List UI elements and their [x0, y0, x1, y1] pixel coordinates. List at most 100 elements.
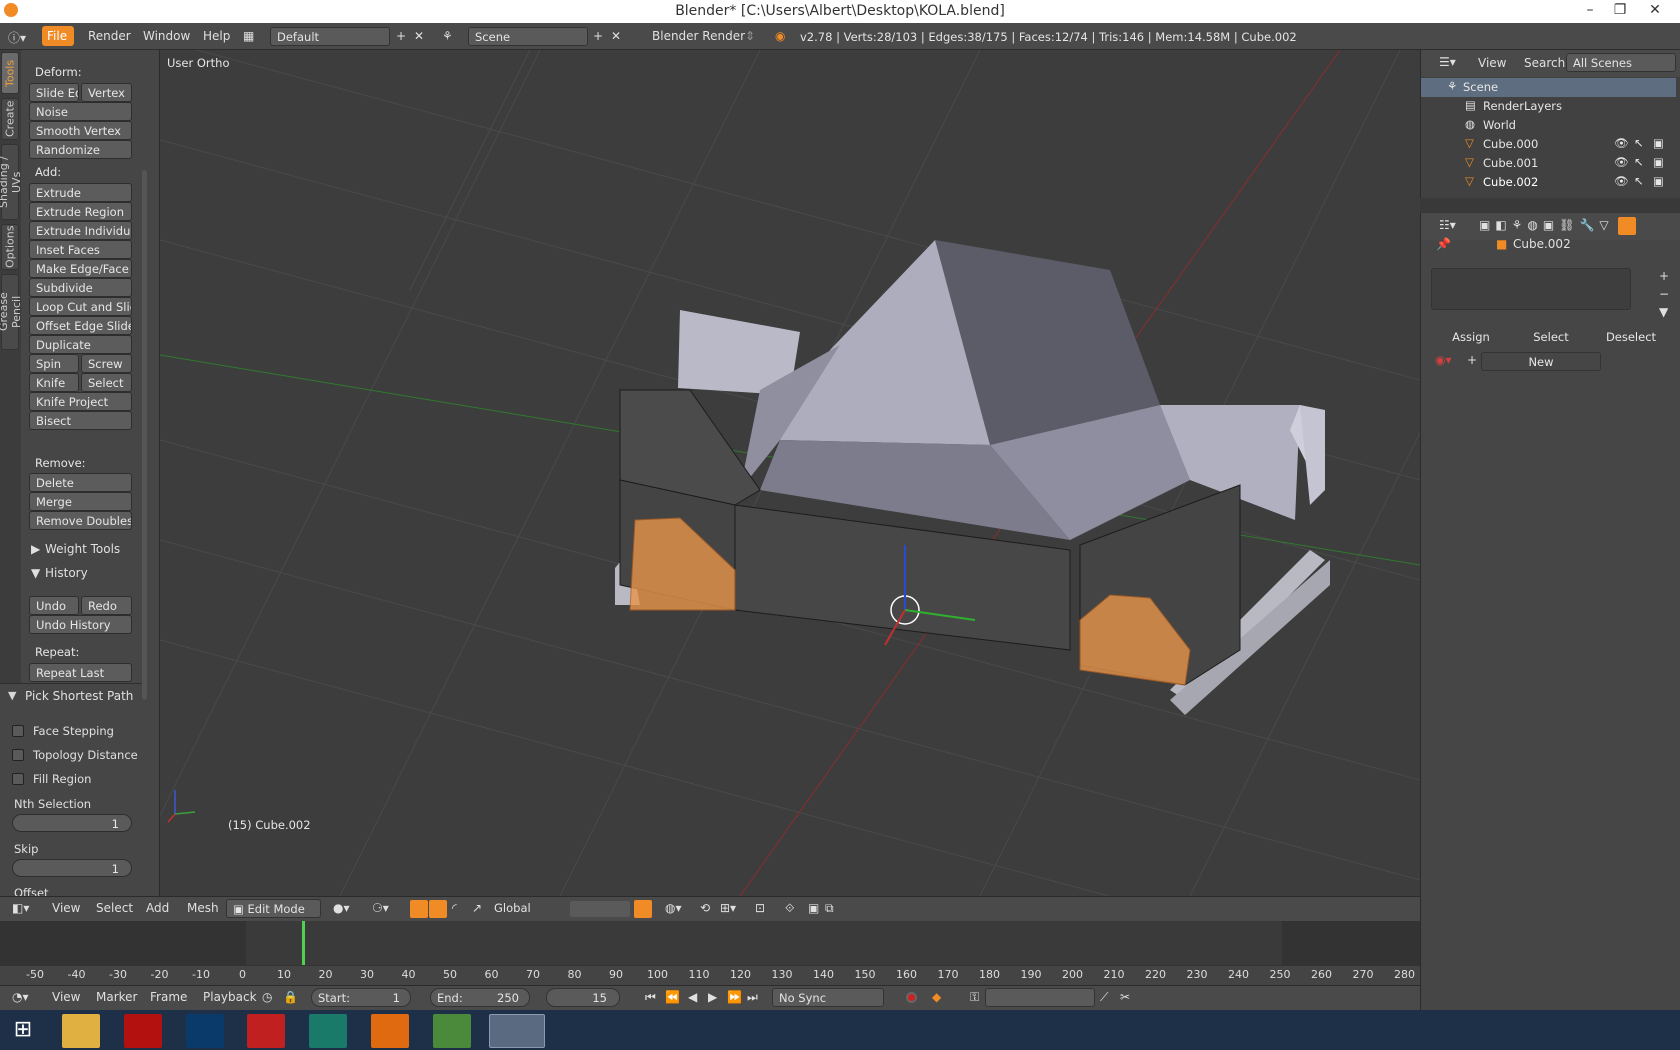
- scene-field[interactable]: Scene: [468, 27, 588, 46]
- outliner-row-cube-000[interactable]: ▽ Cube.000 👁 ↖ ▣: [1421, 135, 1676, 154]
- keying-set-field[interactable]: [985, 988, 1095, 1007]
- play-reverse-icon[interactable]: ◀: [688, 990, 697, 1004]
- context-tab-icons[interactable]: ▣◧⚘◍▣⛓🔧▽: [1479, 218, 1614, 232]
- render-camera-icon[interactable]: ▣: [1653, 155, 1664, 169]
- layout-field[interactable]: Default: [270, 27, 390, 46]
- menu-window[interactable]: Window: [143, 29, 190, 43]
- chrome-icon[interactable]: [433, 1014, 471, 1048]
- lock-icon[interactable]: 🔒: [283, 990, 298, 1004]
- visibility-eye-icon[interactable]: 👁: [1614, 155, 1629, 169]
- material-sphere-icon[interactable]: ◉▾: [1435, 353, 1452, 367]
- spin-button[interactable]: Spin: [29, 354, 79, 373]
- tool-shelf-scrollbar[interactable]: [142, 170, 147, 700]
- timeline-menu-marker[interactable]: Marker: [96, 990, 137, 1004]
- outliner-row-cube-002[interactable]: ▽ Cube.002 👁 ↖ ▣: [1421, 173, 1676, 192]
- tab-grease-pencil[interactable]: Grease Pencil: [0, 274, 23, 350]
- tab-shading-uvs[interactable]: Shading / UVs: [0, 144, 23, 220]
- nth-selection-field[interactable]: 1: [12, 814, 132, 832]
- undo-button[interactable]: Undo: [29, 596, 79, 615]
- menu-render[interactable]: Render: [88, 29, 131, 43]
- select-arrow-icon[interactable]: ↖: [1634, 174, 1644, 188]
- sketchup-icon[interactable]: [247, 1014, 285, 1048]
- render-engine-select[interactable]: Blender Render: [652, 29, 745, 43]
- outliner-row-world[interactable]: ◍ World: [1421, 116, 1676, 135]
- outliner-row-scene[interactable]: ⚘ Scene: [1421, 78, 1676, 97]
- end-frame-field[interactable]: End: 250: [430, 988, 530, 1007]
- render-camera-icon[interactable]: ▣: [1653, 136, 1664, 150]
- snap-icon[interactable]: ◍▾: [665, 901, 682, 915]
- keyframe-icon[interactable]: ◆: [932, 990, 941, 1004]
- photoshop-icon[interactable]: [186, 1014, 224, 1048]
- shading-icon[interactable]: ●▾: [333, 901, 350, 915]
- menu-help[interactable]: Help: [203, 29, 230, 43]
- outliner-row-cube-001[interactable]: ▽ Cube.001 👁 ↖ ▣: [1421, 154, 1676, 173]
- editor-type-icon[interactable]: ◧▾: [12, 901, 29, 915]
- mri-app-icon[interactable]: [309, 1014, 347, 1048]
- maximize-button[interactable]: ❐: [1600, 0, 1640, 22]
- mirror-icon[interactable]: ⟲: [700, 901, 710, 915]
- snap-element-icon[interactable]: ⊞▾: [720, 901, 736, 915]
- add-slot-icon[interactable]: +: [1659, 269, 1669, 283]
- start-frame-field[interactable]: Start: 1: [311, 988, 411, 1007]
- extrude-individual-button[interactable]: Extrude Individual: [29, 221, 132, 240]
- timeline-menu-playback[interactable]: Playback: [203, 990, 257, 1004]
- proportional-edit-icon[interactable]: [634, 900, 652, 918]
- knife-project-button[interactable]: Knife Project: [29, 392, 132, 411]
- edge-select-icon[interactable]: [429, 900, 447, 918]
- history-panel[interactable]: ▼ History: [25, 563, 158, 584]
- select-button[interactable]: Select: [1511, 328, 1591, 347]
- remove-layout-icon[interactable]: ✕: [414, 29, 424, 43]
- merge-button[interactable]: Merge: [29, 492, 132, 511]
- scene-icon[interactable]: ⚘: [442, 29, 453, 43]
- smooth-vertex-button[interactable]: Smooth Vertex: [29, 121, 132, 140]
- timeline-menu-view[interactable]: View: [52, 990, 80, 1004]
- face-select-icon[interactable]: ◜: [452, 901, 457, 915]
- menu-view[interactable]: View: [52, 901, 80, 915]
- knife-button[interactable]: Knife: [29, 373, 79, 392]
- outliner-scope-select[interactable]: All Scenes: [1566, 53, 1676, 72]
- vertex-select-icon[interactable]: [410, 900, 428, 918]
- pivot-icon[interactable]: ⚆▾: [372, 901, 389, 915]
- mode-select[interactable]: ▣ Edit Mode: [226, 899, 321, 918]
- current-frame-field[interactable]: 15: [546, 988, 620, 1007]
- camera-icon[interactable]: ▣: [808, 901, 819, 915]
- slot-menu-icon[interactable]: ▼: [1659, 305, 1668, 319]
- pin-icon[interactable]: 📌: [1436, 237, 1451, 251]
- loop-cut-button[interactable]: Loop Cut and Slide: [29, 297, 132, 316]
- skip-field[interactable]: 1: [12, 859, 132, 877]
- screw-button[interactable]: Screw: [81, 354, 132, 373]
- randomize-button[interactable]: Randomize: [29, 140, 132, 159]
- extrude-button[interactable]: Extrude: [29, 183, 132, 202]
- delete-button[interactable]: Delete: [29, 473, 132, 492]
- topology-distance-checkbox[interactable]: [12, 749, 24, 761]
- prev-keyframe-icon[interactable]: ⏪: [665, 990, 680, 1004]
- select-arrow-icon[interactable]: ↖: [1634, 136, 1644, 150]
- mesh-model[interactable]: [615, 240, 1330, 715]
- render-camera-icon[interactable]: ▣: [1653, 174, 1664, 188]
- firefox-icon[interactable]: [371, 1014, 409, 1048]
- insert-key-icon[interactable]: ⟋: [1100, 990, 1108, 1005]
- duplicate-button[interactable]: Duplicate: [29, 335, 132, 354]
- tab-options[interactable]: Options: [1, 224, 19, 270]
- assign-button[interactable]: Assign: [1431, 328, 1511, 347]
- grid-snap-icon[interactable]: ⊡: [755, 901, 765, 915]
- tab-tools[interactable]: Tools: [1, 52, 19, 94]
- inset-faces-button[interactable]: Inset Faces: [29, 240, 132, 259]
- preview-range-icon[interactable]: ◷: [262, 990, 272, 1004]
- menu-file-label[interactable]: File: [47, 29, 67, 43]
- fill-region-checkbox[interactable]: [12, 773, 24, 785]
- keying-set-icon[interactable]: ⚿: [970, 990, 979, 1005]
- sync-select[interactable]: No Sync: [772, 988, 884, 1007]
- vertex-button[interactable]: Vertex: [81, 83, 132, 102]
- current-frame-indicator[interactable]: [302, 921, 305, 965]
- file-explorer-icon[interactable]: [62, 1014, 100, 1048]
- visibility-eye-icon[interactable]: 👁: [1614, 174, 1629, 188]
- render-anim-icon[interactable]: ⧉: [825, 901, 834, 916]
- properties-editor-icon[interactable]: ☷▾: [1439, 218, 1456, 232]
- jump-end-icon[interactable]: ⏭: [747, 990, 758, 1005]
- face-stepping-checkbox[interactable]: [12, 725, 24, 737]
- offset-edge-slide-button[interactable]: Offset Edge Slide: [29, 316, 132, 335]
- menu-mesh[interactable]: Mesh: [187, 901, 219, 915]
- outliner-editor-icon[interactable]: ☰▾: [1439, 55, 1456, 69]
- acrobat-icon[interactable]: [124, 1014, 162, 1048]
